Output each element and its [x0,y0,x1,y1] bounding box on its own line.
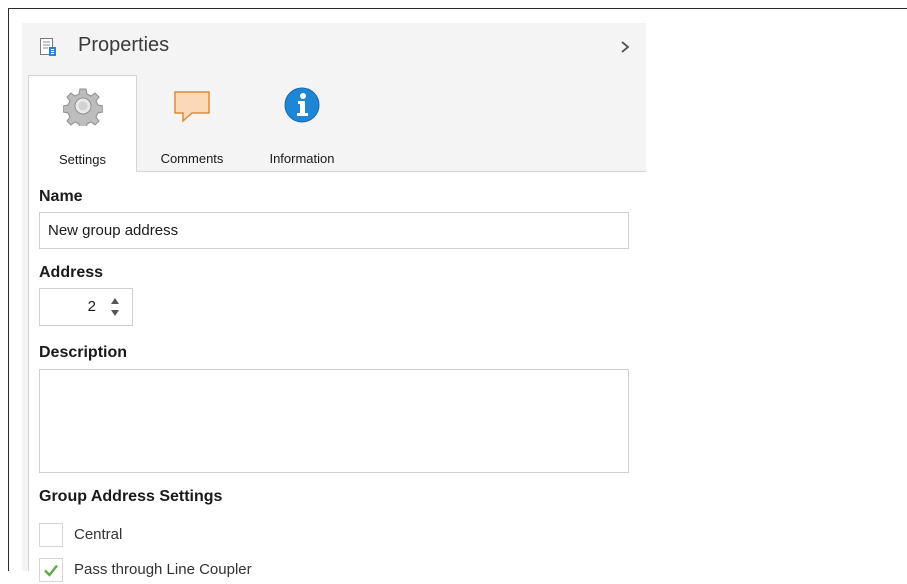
settings-content: Name Address 2 Description Group Address… [28,171,646,582]
tab-comments[interactable]: Comments [144,75,240,172]
tab-information-label: Information [269,151,335,166]
group-address-settings-heading: Group Address Settings [39,488,223,505]
tab-information[interactable]: Information [250,75,354,172]
document-icon [40,38,56,56]
tab-comments-label: Comments [160,151,224,166]
comment-icon [174,91,210,123]
description-field[interactable] [39,369,629,473]
tab-settings-label: Settings [59,152,106,167]
address-label: Address [39,264,104,281]
central-label: Central [74,526,123,543]
pass-through-label: Pass through Line Coupler [74,561,252,578]
pass-through-checkbox-box[interactable] [39,558,63,582]
description-label: Description [39,344,128,361]
address-stepper[interactable]: 2 [39,288,133,326]
name-field[interactable] [39,212,629,249]
spin-arrows-icon[interactable] [110,296,120,318]
panel-title: Properties [78,34,170,56]
tab-settings[interactable]: Settings [28,75,137,172]
name-label: Name [39,188,83,205]
checkmark-icon [44,564,58,577]
info-icon [284,87,320,123]
address-value: 2 [87,298,96,315]
chevron-right-icon[interactable] [618,37,632,57]
properties-panel: Properties Settings Comments Information… [22,23,646,582]
gear-icon [62,88,103,126]
central-checkbox-box[interactable] [39,523,63,547]
panel-header: Properties [22,23,646,71]
